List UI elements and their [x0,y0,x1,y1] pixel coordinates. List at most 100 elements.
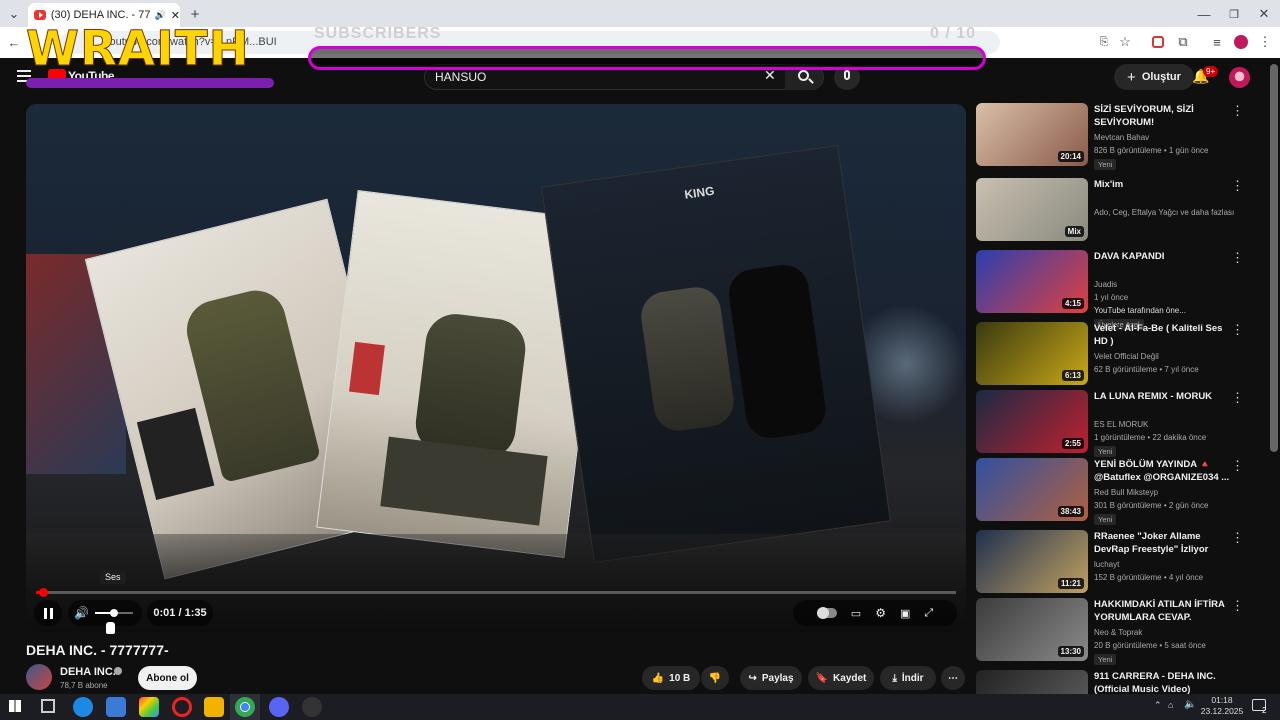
recommendation-item[interactable]: 6:13 Velet - Al-Fa-Be ( Kaliteli Ses HD )… [976,322,1258,386]
scrollbar[interactable] [1270,64,1278,452]
recommendation-channel[interactable]: Ado, Ceg, Eftalya Yağcı ve daha fazlası [1094,208,1234,217]
speaker-icon[interactable]: 🔈 [1184,699,1196,710]
more-vertical-icon[interactable]: ⋮ [1231,250,1244,266]
recommendation-item[interactable]: 11:21 RRaenee "Joker Allame DevRap Freest… [976,530,1258,594]
more-vertical-icon[interactable]: ⋮ [1231,178,1244,194]
video-player[interactable]: KING [26,104,966,632]
recommendation-title[interactable]: YENİ BÖLÜM YAYINDA 🔺 @Batuflex @ORGANIZE… [1094,458,1232,484]
recommendation-item[interactable]: 13:30 HAKKIMDAKİ ATILAN İFTİRA YORUMLARA … [976,598,1258,665]
share-button[interactable]: ↪ Paylaş [740,666,802,690]
profile-avatar[interactable] [1234,35,1248,49]
mail-icon[interactable] [106,697,126,717]
fullscreen-icon[interactable]: ⤢ [924,607,933,620]
recommendation-channel[interactable]: Mevtcan Bahav [1094,133,1149,142]
bookmark-star-icon[interactable]: ☆ [1117,34,1133,50]
file-explorer-icon[interactable] [204,697,224,717]
opera-icon[interactable] [172,697,192,717]
tab-audio-icon[interactable]: 🔊 [155,10,166,21]
volume-control[interactable]: 🔊 [68,600,142,626]
video-thumbnail[interactable]: 38:43 [976,458,1088,521]
chrome-menu-icon[interactable]: ⋮ [1258,34,1272,50]
edge-icon[interactable] [73,697,93,717]
recommendation-title[interactable]: Velet - Al-Fa-Be ( Kaliteli Ses HD ) [1094,322,1232,348]
recommendation-item[interactable]: 20:14 SİZİ SEVİYORUM, SİZİ SEVİYORUM! Mevt… [976,103,1258,170]
tab-close-icon[interactable]: ✕ [171,9,180,22]
account-avatar[interactable] [1229,67,1250,88]
video-thumbnail[interactable]: 13:30 [976,598,1088,661]
more-vertical-icon[interactable]: ⋮ [1231,458,1244,474]
store-icon[interactable] [139,697,159,717]
recommendation-badge: Yeni [1094,159,1117,170]
start-icon[interactable] [9,700,21,712]
like-button[interactable]: 👍 10 B [642,666,700,690]
volume-icon[interactable]: 🔊 [74,606,89,620]
video-thumbnail[interactable]: 11:21 [976,530,1088,593]
recommendation-channel[interactable]: ES EL MORUK [1094,420,1148,429]
restore-button[interactable]: ❐ [1226,6,1242,22]
obs-icon[interactable] [302,697,322,717]
recommendation-item[interactable]: 38:43 YENİ BÖLÜM YAYINDA 🔺 @Batuflex @ORG… [976,458,1258,525]
more-vertical-icon[interactable]: ⋮ [1231,103,1244,119]
more-horizontal-icon: ⋯ [948,672,958,684]
more-vertical-icon[interactable]: ⋮ [1231,390,1244,406]
recommendation-title[interactable]: DAVA KAPANDI [1094,250,1232,263]
recommendation-channel[interactable]: Juadis [1094,280,1117,289]
channel-avatar[interactable] [26,664,52,690]
recommendation-item[interactable]: 4:15 DAVA KAPANDI Juadis 1 yıl önce YouTube … [976,250,1258,330]
more-actions-button[interactable]: ⋯ [941,666,965,690]
recommendation-channel[interactable]: Neo & Toprak [1094,628,1142,637]
network-icon[interactable]: ⌂ [1168,700,1173,710]
video-thumbnail[interactable]: Mix [976,178,1088,241]
recommendation-title[interactable]: HAKKIMDAKİ ATILAN İFTİRA YORUMLARA CEVAP… [1094,598,1232,624]
recommendation-title[interactable]: LA LUNA REMIX - MORUK [1094,390,1232,403]
recommendation-item[interactable]: Mix Mix'im Ado, Ceg, Eftalya Yağcı ve daha… [976,178,1258,242]
extension-icon[interactable] [1152,36,1164,48]
tab-search-icon[interactable]: ⌄ [6,6,22,22]
chrome-icon[interactable] [235,697,255,717]
volume-slider[interactable] [94,609,133,617]
video-thumbnail[interactable] [976,670,1088,694]
video-thumbnail[interactable]: 4:15 [976,250,1088,313]
install-app-icon[interactable]: ⎘ [1096,34,1112,50]
settings-gear-icon[interactable]: ⚙ [875,606,886,620]
more-vertical-icon[interactable]: ⋮ [1231,322,1244,338]
close-window-button[interactable]: ✕ [1256,6,1272,22]
recommendation-channel[interactable]: luchayt [1094,560,1119,569]
channel-name[interactable]: DEHA INC. [60,666,116,678]
minimize-button[interactable]: — [1196,6,1212,22]
subscribe-button[interactable]: Abone ol [138,666,197,690]
clock[interactable]: 01:18 23.12.2025 [1198,695,1246,717]
task-view-icon[interactable] [41,699,55,713]
download-button[interactable]: ⤓ İndir [880,666,936,690]
dislike-button[interactable]: 👎 [701,666,729,690]
save-button[interactable]: 🔖 Kaydet [808,666,874,690]
recommendation-title[interactable]: RRaenee "Joker Allame DevRap Freestyle" … [1094,530,1232,556]
pause-button[interactable] [34,600,62,626]
extensions-puzzle-icon[interactable]: ⧉ [1175,34,1191,50]
progress-bar[interactable] [36,591,956,594]
tray-chevron-icon[interactable]: ⌃ [1154,700,1162,711]
download-icon: ⤓ [892,672,897,684]
recommendation-title[interactable]: SİZİ SEVİYORUM, SİZİ SEVİYORUM! [1094,103,1232,129]
miniplayer-icon[interactable]: ▣ [900,607,910,620]
discord-icon[interactable] [269,697,289,717]
recommendation-item[interactable]: 911 CARRERA - DEHA INC. (Official Music … [976,670,1258,696]
subtitles-icon[interactable]: ▭ [851,607,861,620]
video-thumbnail[interactable]: 20:14 [976,103,1088,166]
reading-list-icon[interactable]: ≡ [1209,34,1225,50]
recommendation-meta: 1 görüntüleme • 22 dakika önce [1094,433,1207,442]
more-vertical-icon[interactable]: ⋮ [1231,598,1244,614]
recommendation-title[interactable]: 911 CARRERA - DEHA INC. (Official Music … [1094,670,1232,696]
create-button[interactable]: + Oluştur [1114,64,1194,90]
autoplay-toggle[interactable] [816,607,837,619]
recommendation-channel[interactable]: Velet Official Değil [1094,352,1159,361]
more-vertical-icon[interactable]: ⋮ [1231,530,1244,546]
video-thumbnail[interactable]: 2:55 [976,390,1088,453]
recommendation-title[interactable]: Mix'im [1094,178,1232,191]
recommendation-item[interactable]: 2:55 LA LUNA REMIX - MORUK ES EL MORUK 1 gö… [976,390,1258,457]
back-icon[interactable]: ← [6,34,22,50]
video-thumbnail[interactable]: 6:13 [976,322,1088,385]
progress-scrubber[interactable] [39,588,48,597]
recommendation-channel[interactable]: Red Bull Miksteyp [1094,488,1158,497]
recommendation-badge: Yeni [1094,654,1117,665]
